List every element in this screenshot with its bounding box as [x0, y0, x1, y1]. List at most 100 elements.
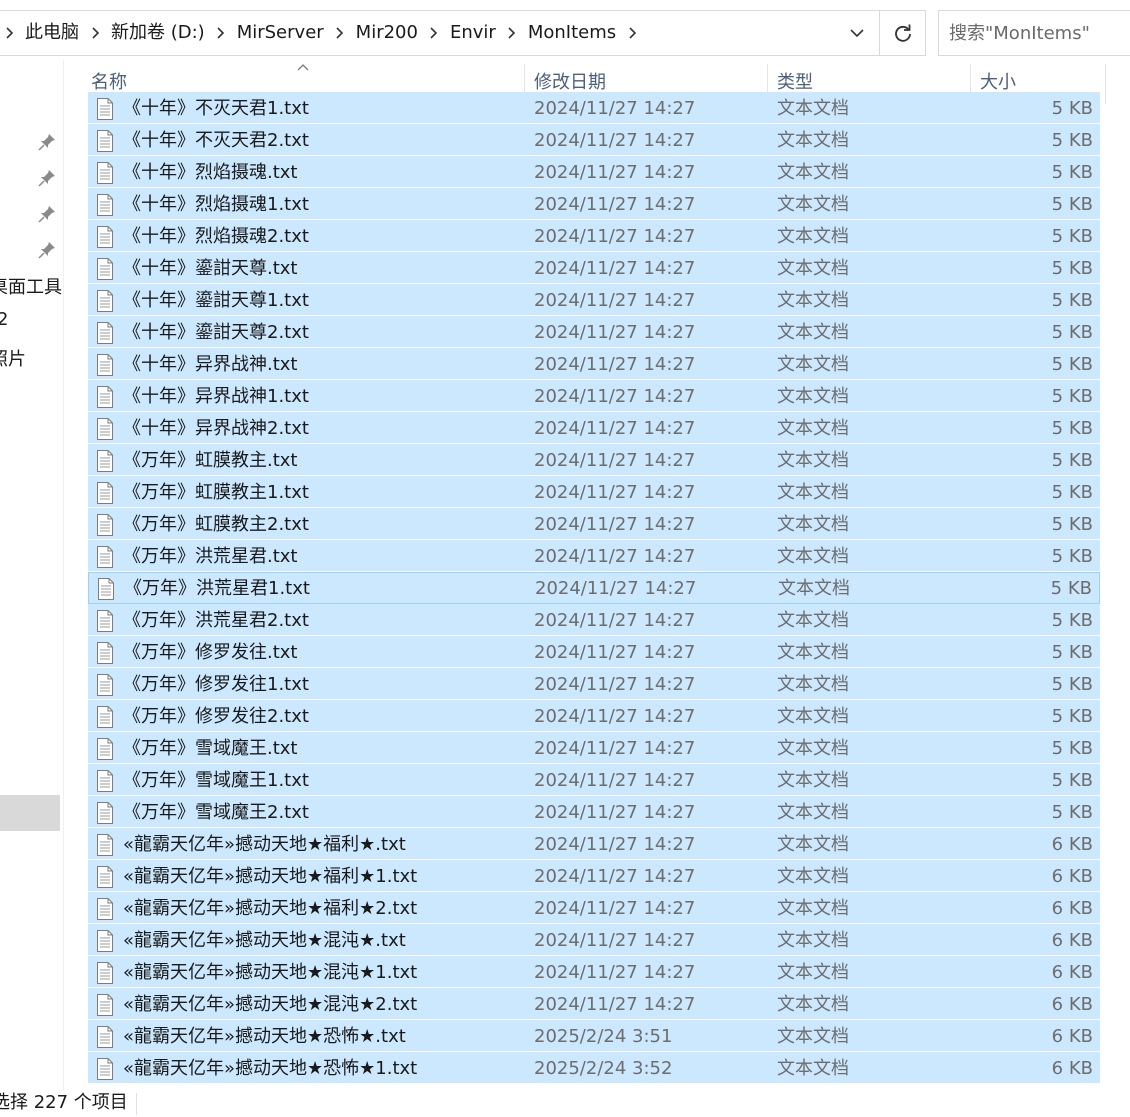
- file-size: 6 KB: [1051, 1058, 1093, 1079]
- breadcrumb-mirserver[interactable]: MirServer: [230, 11, 331, 55]
- file-row[interactable]: 《十年》烈焰摄魂1.txt 2024/11/27 14:27 文本文档 5 KB: [88, 188, 1100, 220]
- breadcrumb-drive-d[interactable]: 新加卷 (D:): [104, 11, 212, 55]
- file-size: 5 KB: [1051, 418, 1093, 439]
- file-size: 5 KB: [1051, 802, 1093, 823]
- chevron-right-icon[interactable]: [425, 11, 443, 55]
- file-row[interactable]: 《十年》不灭天君2.txt 2024/11/27 14:27 文本文档 5 KB: [88, 124, 1100, 156]
- file-row[interactable]: 《万年》雪域魔王.txt 2024/11/27 14:27 文本文档 5 KB: [88, 732, 1100, 764]
- file-row[interactable]: 《万年》雪域魔王2.txt 2024/11/27 14:27 文本文档 5 KB: [88, 796, 1100, 828]
- pin-icon[interactable]: [38, 133, 56, 151]
- file-type: 文本文档: [777, 674, 849, 695]
- file-row[interactable]: «龍霸天亿年»撼动天地★福利★1.txt 2024/11/27 14:27 文本文档…: [88, 860, 1100, 892]
- search-box[interactable]: [938, 10, 1130, 56]
- file-modified-date: 2024/11/27 14:27: [534, 610, 696, 631]
- file-row[interactable]: 《万年》虹膜教主.txt 2024/11/27 14:27 文本文档 5 KB: [88, 444, 1100, 476]
- file-modified-date: 2024/11/27 14:27: [534, 130, 696, 151]
- file-row[interactable]: 《十年》鎏詌天尊1.txt 2024/11/27 14:27 文本文档 5 KB: [88, 284, 1100, 316]
- file-row[interactable]: 《十年》鎏詌天尊.txt 2024/11/27 14:27 文本文档 5 KB: [88, 252, 1100, 284]
- file-type: 文本文档: [777, 994, 849, 1015]
- file-size: 6 KB: [1051, 930, 1093, 951]
- file-row[interactable]: «龍霸天亿年»撼动天地★混沌★2.txt 2024/11/27 14:27 文本文档…: [88, 988, 1100, 1020]
- address-bar[interactable]: 此电脑 新加卷 (D:) MirServer Mir200 Envir MonI…: [0, 10, 880, 56]
- file-row[interactable]: 《十年》异界战神2.txt 2024/11/27 14:27 文本文档 5 KB: [88, 412, 1100, 444]
- file-row[interactable]: 《十年》鎏詌天尊2.txt 2024/11/27 14:27 文本文档 5 KB: [88, 316, 1100, 348]
- chevron-right-icon[interactable]: [623, 11, 641, 55]
- pin-icon[interactable]: [38, 169, 56, 187]
- file-type: 文本文档: [777, 354, 849, 375]
- file-type: 文本文档: [777, 770, 849, 791]
- breadcrumb-mir200[interactable]: Mir200: [349, 11, 425, 55]
- column-separator[interactable]: [1105, 64, 1106, 104]
- chevron-right-icon[interactable]: [503, 11, 521, 55]
- search-input[interactable]: [939, 11, 1130, 55]
- file-name: 《十年》烈焰摄魂2.txt: [123, 226, 309, 247]
- file-type: 文本文档: [778, 578, 850, 599]
- file-row[interactable]: «龍霸天亿年»撼动天地★福利★2.txt 2024/11/27 14:27 文本文档…: [88, 892, 1100, 924]
- file-row[interactable]: «龍霸天亿年»撼动天地★混沌★1.txt 2024/11/27 14:27 文本文档…: [88, 956, 1100, 988]
- nav-item-desktop-tools[interactable]: 桌面工具: [0, 273, 62, 299]
- chevron-down-icon: [850, 28, 864, 37]
- breadcrumb-monitems[interactable]: MonItems: [521, 11, 623, 55]
- file-size: 5 KB: [1051, 770, 1093, 791]
- file-name: 《万年》雪域魔王1.txt: [123, 770, 309, 791]
- pin-icon[interactable]: [38, 205, 56, 223]
- file-type: 文本文档: [777, 1026, 849, 1047]
- file-size: 6 KB: [1051, 994, 1093, 1015]
- file-modified-date: 2024/11/27 14:27: [534, 546, 696, 567]
- chevron-right-icon[interactable]: [212, 11, 230, 55]
- file-row[interactable]: «龍霸天亿年»撼动天地★混沌★.txt 2024/11/27 14:27 文本文档 6…: [88, 924, 1100, 956]
- chevron-right-icon[interactable]: [331, 11, 349, 55]
- file-row[interactable]: 《万年》雪域魔王1.txt 2024/11/27 14:27 文本文档 5 KB: [88, 764, 1100, 796]
- nav-item-photos[interactable]: 照片: [0, 345, 26, 371]
- file-row[interactable]: 《十年》异界战神.txt 2024/11/27 14:27 文本文档 5 KB: [88, 348, 1100, 380]
- text-file-icon: [97, 1026, 113, 1048]
- file-modified-date: 2025/2/24 3:51: [534, 1026, 673, 1047]
- file-modified-date: 2024/11/27 14:27: [534, 226, 696, 247]
- refresh-button[interactable]: [880, 10, 926, 56]
- address-history-dropdown[interactable]: [836, 11, 878, 55]
- pane-divider[interactable]: [63, 60, 64, 1090]
- pin-icon[interactable]: [38, 241, 56, 259]
- file-row[interactable]: 《万年》洪荒星君2.txt 2024/11/27 14:27 文本文档 5 KB: [88, 604, 1100, 636]
- file-name: «龍霸天亿年»撼动天地★混沌★1.txt: [123, 962, 418, 983]
- file-type: 文本文档: [777, 802, 849, 823]
- file-type: 文本文档: [777, 962, 849, 983]
- nav-item-2[interactable]: 2: [0, 309, 8, 330]
- file-row[interactable]: 《万年》洪荒星君.txt 2024/11/27 14:27 文本文档 5 KB: [88, 540, 1100, 572]
- file-row[interactable]: 《十年》烈焰摄魂2.txt 2024/11/27 14:27 文本文档 5 KB: [88, 220, 1100, 252]
- file-row[interactable]: 《万年》虹膜教主2.txt 2024/11/27 14:27 文本文档 5 KB: [88, 508, 1100, 540]
- chevron-right-icon[interactable]: [0, 11, 18, 55]
- file-row[interactable]: «龍霸天亿年»撼动天地★恐怖★.txt 2025/2/24 3:51 文本文档 6 K…: [88, 1020, 1100, 1052]
- file-row[interactable]: 《万年》虹膜教主1.txt 2024/11/27 14:27 文本文档 5 KB: [88, 476, 1100, 508]
- file-size: 5 KB: [1051, 610, 1093, 631]
- file-row[interactable]: 《万年》修罗发往2.txt 2024/11/27 14:27 文本文档 5 KB: [88, 700, 1100, 732]
- file-type: 文本文档: [777, 834, 849, 855]
- file-row[interactable]: 《十年》烈焰摄魂.txt 2024/11/27 14:27 文本文档 5 KB: [88, 156, 1100, 188]
- file-modified-date: 2024/11/27 14:27: [534, 98, 696, 119]
- file-type: 文本文档: [777, 418, 849, 439]
- breadcrumb-envir[interactable]: Envir: [443, 11, 503, 55]
- file-row[interactable]: «龍霸天亿年»撼动天地★福利★.txt 2024/11/27 14:27 文本文档 6…: [88, 828, 1100, 860]
- file-name: 《万年》修罗发往.txt: [123, 642, 298, 663]
- file-type: 文本文档: [777, 866, 849, 887]
- breadcrumb-this-pc[interactable]: 此电脑: [18, 11, 86, 55]
- file-row[interactable]: 《万年》修罗发往.txt 2024/11/27 14:27 文本文档 5 KB: [88, 636, 1100, 668]
- file-name: 《十年》鎏詌天尊.txt: [123, 258, 298, 279]
- file-modified-date: 2024/11/27 14:27: [534, 514, 696, 535]
- file-row[interactable]: 《十年》不灭天君1.txt 2024/11/27 14:27 文本文档 5 KB: [88, 92, 1100, 124]
- text-file-icon: [97, 258, 113, 280]
- file-type: 文本文档: [777, 98, 849, 119]
- status-selection-count: 选择 227 个项目: [0, 1092, 128, 1113]
- chevron-right-icon[interactable]: [86, 11, 104, 55]
- file-row[interactable]: 《万年》洪荒星君1.txt 2024/11/27 14:27 文本文档 5 KB: [88, 572, 1100, 604]
- file-list[interactable]: 《十年》不灭天君1.txt 2024/11/27 14:27 文本文档 5 KB 《十年…: [88, 92, 1101, 1084]
- text-file-icon: [97, 930, 113, 952]
- file-row[interactable]: 《十年》异界战神1.txt 2024/11/27 14:27 文本文档 5 KB: [88, 380, 1100, 412]
- nav-item-selected[interactable]: [0, 795, 60, 831]
- file-row[interactable]: 《万年》修罗发往1.txt 2024/11/27 14:27 文本文档 5 KB: [88, 668, 1100, 700]
- file-row[interactable]: «龍霸天亿年»撼动天地★恐怖★1.txt 2025/2/24 3:52 文本文档 6 …: [88, 1052, 1100, 1084]
- file-modified-date: 2024/11/27 14:27: [534, 834, 696, 855]
- file-name: 《万年》修罗发往2.txt: [123, 706, 309, 727]
- file-size: 5 KB: [1051, 162, 1093, 183]
- file-name: «龍霸天亿年»撼动天地★混沌★.txt: [123, 930, 406, 951]
